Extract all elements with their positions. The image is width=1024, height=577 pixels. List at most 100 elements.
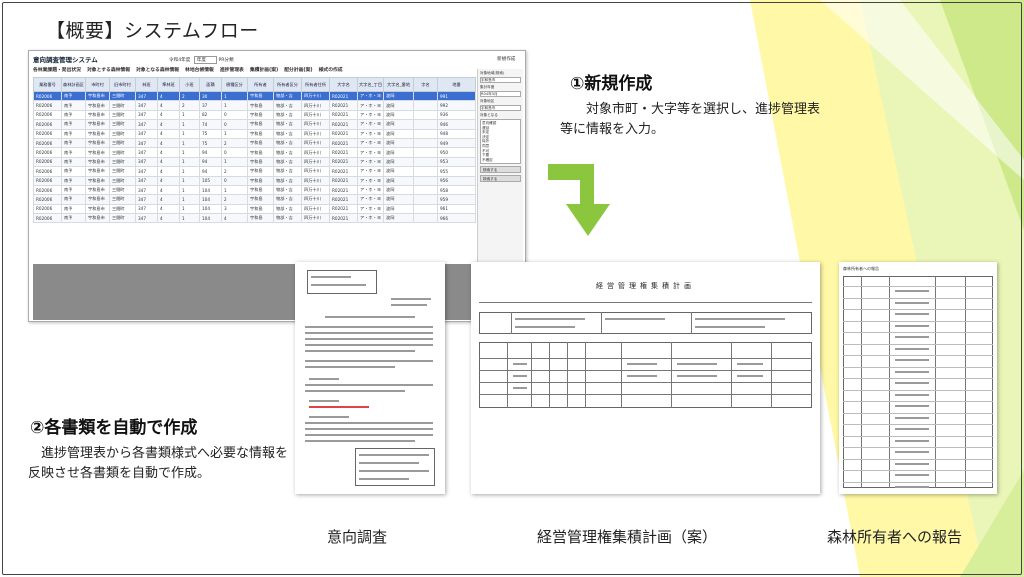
column-header[interactable]: 所有者 — [247, 77, 274, 92]
column-header[interactable]: 地番 — [437, 77, 476, 92]
table-row[interactable]: R02006 南予 宇和島市 三間町 347 4 1 104 4 宇和島 物部・吉 四万十川 R0202… — [33, 213, 476, 224]
menu-item[interactable]: 対象となる森林情報 — [136, 66, 179, 73]
table-row[interactable]: R02006 南予 宇和島市 三間町 347 4 1 105 0 宇和島 物部・吉 四万十川 R0202… — [33, 175, 476, 186]
column-header[interactable]: 所有者区分 — [273, 77, 302, 92]
table-row[interactable]: R02006 南予 宇和島市 三間町 347 4 1 74 0 宇和島 物部・吉 四万十川 R02021… — [33, 119, 476, 130]
table-cell: R02021 — [329, 194, 358, 205]
search-button-1[interactable]: 検索する — [480, 166, 521, 174]
doc3-row-line — [843, 343, 993, 345]
table-cell: 1 — [221, 90, 248, 102]
step2-text: 進捗管理表から各書類様式へ必要な情報を反映させ各書類を自動で作成。 — [28, 446, 289, 481]
table-cell: 波岡 — [383, 100, 414, 111]
menu-item[interactable]: 様式の作成 — [319, 66, 343, 73]
table-cell: 四万十川 — [301, 213, 330, 224]
filter-field-2[interactable]: R04年3月 — [480, 91, 521, 97]
table-row[interactable]: R02006 南予 宇和島市 三間町 347 4 1 104 2 宇和島 物部・吉 四万十川 R0202… — [33, 194, 476, 205]
filter-label-4: 対象となる — [480, 113, 498, 117]
year-select[interactable]: 年度 — [193, 56, 217, 64]
table-cell: 4 — [157, 90, 180, 102]
table-cell: R02021 — [329, 109, 358, 121]
table-cell — [413, 137, 438, 149]
table-cell: 四万十川 — [301, 184, 330, 196]
table-cell: 94 — [199, 147, 222, 158]
table-cell: 波岡 — [383, 194, 414, 205]
table-row[interactable]: R02006 南予 宇和島市 三間町 347 4 1 104 3 宇和島 物部・吉 四万十川 R0202… — [33, 203, 476, 215]
table-cell: 1 — [179, 128, 200, 139]
column-header[interactable]: 大字名 — [329, 77, 358, 92]
menu-item[interactable]: 配分計画(案) — [284, 66, 312, 73]
doc1-address-box — [307, 270, 377, 294]
doc3-row-line — [843, 481, 993, 483]
filter-field-3[interactable]: 宇和島市 — [480, 105, 521, 111]
table-cell: 4 — [157, 119, 180, 130]
table-cell: 1 — [179, 175, 200, 186]
year-selector[interactable]: 令和4年度 年度 PR分類 — [169, 56, 234, 64]
table-row[interactable]: R02006 南予 宇和島市 三間町 347 4 1 104 1 宇和島 物部・吉 四万十川 R0202… — [33, 184, 476, 196]
table-cell: 四万十川 — [301, 156, 330, 168]
table-cell: 三間町 — [109, 100, 136, 111]
table-row[interactable]: R02006 南予 宇和島市 三間町 347 4 1 94 0 宇和島 物部・吉 四万十川 R02021… — [33, 147, 476, 158]
table-row[interactable]: R02006 南予 宇和島市 三間町 347 4 1 94 2 宇和島 物部・吉 四万十川 R02021… — [33, 166, 476, 177]
doc3-row-line — [843, 424, 993, 425]
table-cell: 347 — [135, 147, 158, 158]
filter-field-1[interactable]: 宇和島市 — [480, 77, 521, 83]
table-cell: 四万十川 — [301, 166, 330, 177]
table-cell: R02021 — [329, 203, 358, 215]
table-cell: 1 — [179, 166, 200, 177]
table-cell: 四万十川 — [301, 119, 330, 130]
column-header[interactable]: 市町村 — [85, 77, 110, 92]
column-header[interactable]: 面積 — [199, 77, 222, 92]
table-cell: 104 — [199, 184, 222, 196]
menu-item[interactable]: 林地台帳情報 — [185, 66, 214, 73]
column-header[interactable]: 字名 — [413, 77, 438, 92]
table-cell: 三間町 — [109, 203, 136, 215]
column-header[interactable]: 樹種区分 — [221, 77, 248, 92]
table-cell: 南予 — [61, 194, 86, 205]
table-cell: 992 — [437, 100, 476, 111]
table-row[interactable]: R02006 南予 宇和島市 三間町 347 4 2 37 1 宇和島 物部・吉 四万十川 R02021… — [33, 100, 476, 111]
menu-item[interactable]: 進捗管理表 — [220, 66, 244, 73]
table-cell: 波岡 — [383, 166, 414, 177]
column-header[interactable]: 大字名_番地 — [383, 77, 414, 92]
column-header[interactable]: 業務番号 — [33, 77, 62, 92]
column-header[interactable]: 大字名_丁目 — [357, 77, 384, 92]
table-cell: R02021 — [329, 137, 358, 149]
table-cell: 宇和島市 — [85, 166, 110, 177]
table-cell: R02021 — [329, 100, 358, 111]
filter-option[interactable]: 不確定 — [482, 158, 519, 163]
table-cell: 南予 — [61, 166, 86, 177]
table-cell: 1 — [179, 213, 200, 224]
column-header[interactable]: 林班 — [135, 77, 158, 92]
table-row[interactable]: R02006 南予 宇和島市 三間町 347 4 1 82 0 宇和島 物部・吉 四万十川 R02021… — [33, 109, 476, 121]
menu-item[interactable]: 各林業課題・発出状況 — [33, 66, 81, 73]
doc3-row-line — [843, 412, 993, 414]
column-header[interactable]: 小班 — [179, 77, 200, 92]
menu-item[interactable]: 対象とする森林情報 — [87, 66, 130, 73]
table-row[interactable]: R02006 南予 宇和島市 三間町 347 4 1 75 2 宇和島 物部・吉 四万十川 R02021… — [33, 137, 476, 149]
table-cell: 南予 — [61, 147, 86, 158]
table-cell: R02021 — [329, 213, 358, 224]
table-cell: 4 — [157, 166, 180, 177]
column-header[interactable]: 旧市町村 — [109, 77, 136, 92]
table-row[interactable]: R02006 南予 宇和島市 三間町 347 4 2 30 1 宇和島 物部・吉 四万十川 R02021… — [33, 90, 476, 102]
column-header[interactable]: 所有者住所 — [301, 77, 330, 92]
table-row[interactable]: R02006 南予 宇和島市 三間町 347 4 1 75 1 宇和島 物部・吉 四万十川 R02021… — [33, 128, 476, 139]
menu-item[interactable]: 集積計画(案) — [250, 66, 278, 73]
table-cell: 物部・吉 — [273, 203, 302, 215]
filter-option-list[interactable]: 意向確認 遅延 未定 決定 除外 同意 不可 下要 不確定 — [480, 119, 521, 165]
column-header[interactable]: 準林班 — [157, 77, 180, 92]
doc3-row-text — [895, 393, 929, 396]
table-row[interactable]: R02006 南予 宇和島市 三間町 347 4 1 94 1 宇和島 物部・吉 四万十川 R02021… — [33, 156, 476, 168]
table-cell: 波岡 — [383, 213, 414, 224]
table-cell: 1 — [179, 147, 200, 158]
new-button[interactable]: 新規作成 — [497, 56, 515, 62]
column-header[interactable]: 森林計画区 — [61, 77, 86, 92]
table-cell: R02006 — [33, 137, 62, 149]
table-cell: 1 — [221, 128, 248, 139]
table-cell: 4 — [157, 147, 180, 158]
table-cell: R02006 — [33, 109, 62, 121]
search-button-2[interactable]: 検索する — [480, 175, 521, 183]
table-cell: 三間町 — [109, 166, 136, 177]
table-cell: 宇和島 — [247, 90, 274, 102]
table-cell: 347 — [135, 213, 158, 224]
